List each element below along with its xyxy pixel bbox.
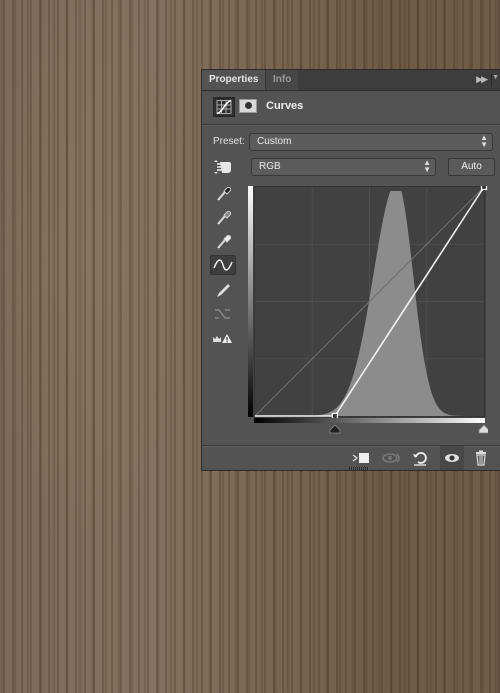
header-divider: [202, 124, 500, 126]
resize-grip[interactable]: [349, 467, 369, 470]
panel-tab-bar: Properties Info ▶▶ ▼: [202, 70, 500, 91]
sample-gray-point-eyedropper-icon[interactable]: [210, 207, 236, 227]
curves-graph[interactable]: [248, 186, 488, 446]
updown-arrow-icon: ▲ ▼: [423, 158, 431, 174]
sample-white-point-eyedropper-icon[interactable]: [210, 231, 236, 251]
adjustment-title: Curves: [266, 100, 304, 112]
preset-value: Custom: [257, 136, 292, 147]
delete-trash-icon[interactable]: [472, 450, 490, 466]
output-gradient-bar: [248, 186, 253, 417]
auto-button[interactable]: Auto: [448, 158, 495, 176]
channel-dropdown[interactable]: RGB ▲ ▼: [251, 158, 436, 176]
preset-dropdown[interactable]: Custom ▲ ▼: [249, 133, 493, 151]
tab-properties[interactable]: Properties: [202, 70, 266, 90]
clip-to-layer-icon[interactable]: [352, 450, 370, 466]
updown-arrow-icon: ▲ ▼: [480, 133, 488, 149]
panel-menu-icon[interactable]: ▼: [492, 74, 499, 81]
channel-value: RGB: [259, 161, 281, 172]
reset-icon[interactable]: [411, 450, 429, 466]
smooth-curve-icon: [210, 304, 236, 324]
curve-control-point[interactable]: [480, 186, 488, 191]
edit-points-curve-icon[interactable]: [210, 255, 236, 275]
clipping-warning-icon[interactable]: [210, 328, 236, 348]
on-image-adjustment-hand-icon[interactable]: [213, 159, 235, 175]
white-point-slider[interactable]: [478, 424, 488, 434]
toggle-visibility-eye-icon[interactable]: [440, 446, 464, 470]
input-gradient-bar: [254, 418, 485, 423]
properties-panel: Properties Info ▶▶ ▼ Curves Preset: Cust…: [201, 69, 500, 471]
draw-pencil-icon[interactable]: [210, 280, 236, 300]
tab-info[interactable]: Info: [265, 70, 299, 90]
sample-black-point-eyedropper-icon[interactable]: [210, 183, 236, 203]
layer-mask-icon[interactable]: [239, 99, 257, 113]
preset-label: Preset:: [213, 136, 245, 147]
double-chevron-right-icon[interactable]: ▶▶: [476, 74, 488, 85]
curve-control-point[interactable]: [331, 412, 339, 420]
adjustment-header: Curves: [212, 94, 492, 120]
black-point-slider[interactable]: [329, 424, 341, 434]
curves-adjustment-icon[interactable]: [213, 97, 235, 117]
view-previous-state-icon: [382, 450, 400, 466]
